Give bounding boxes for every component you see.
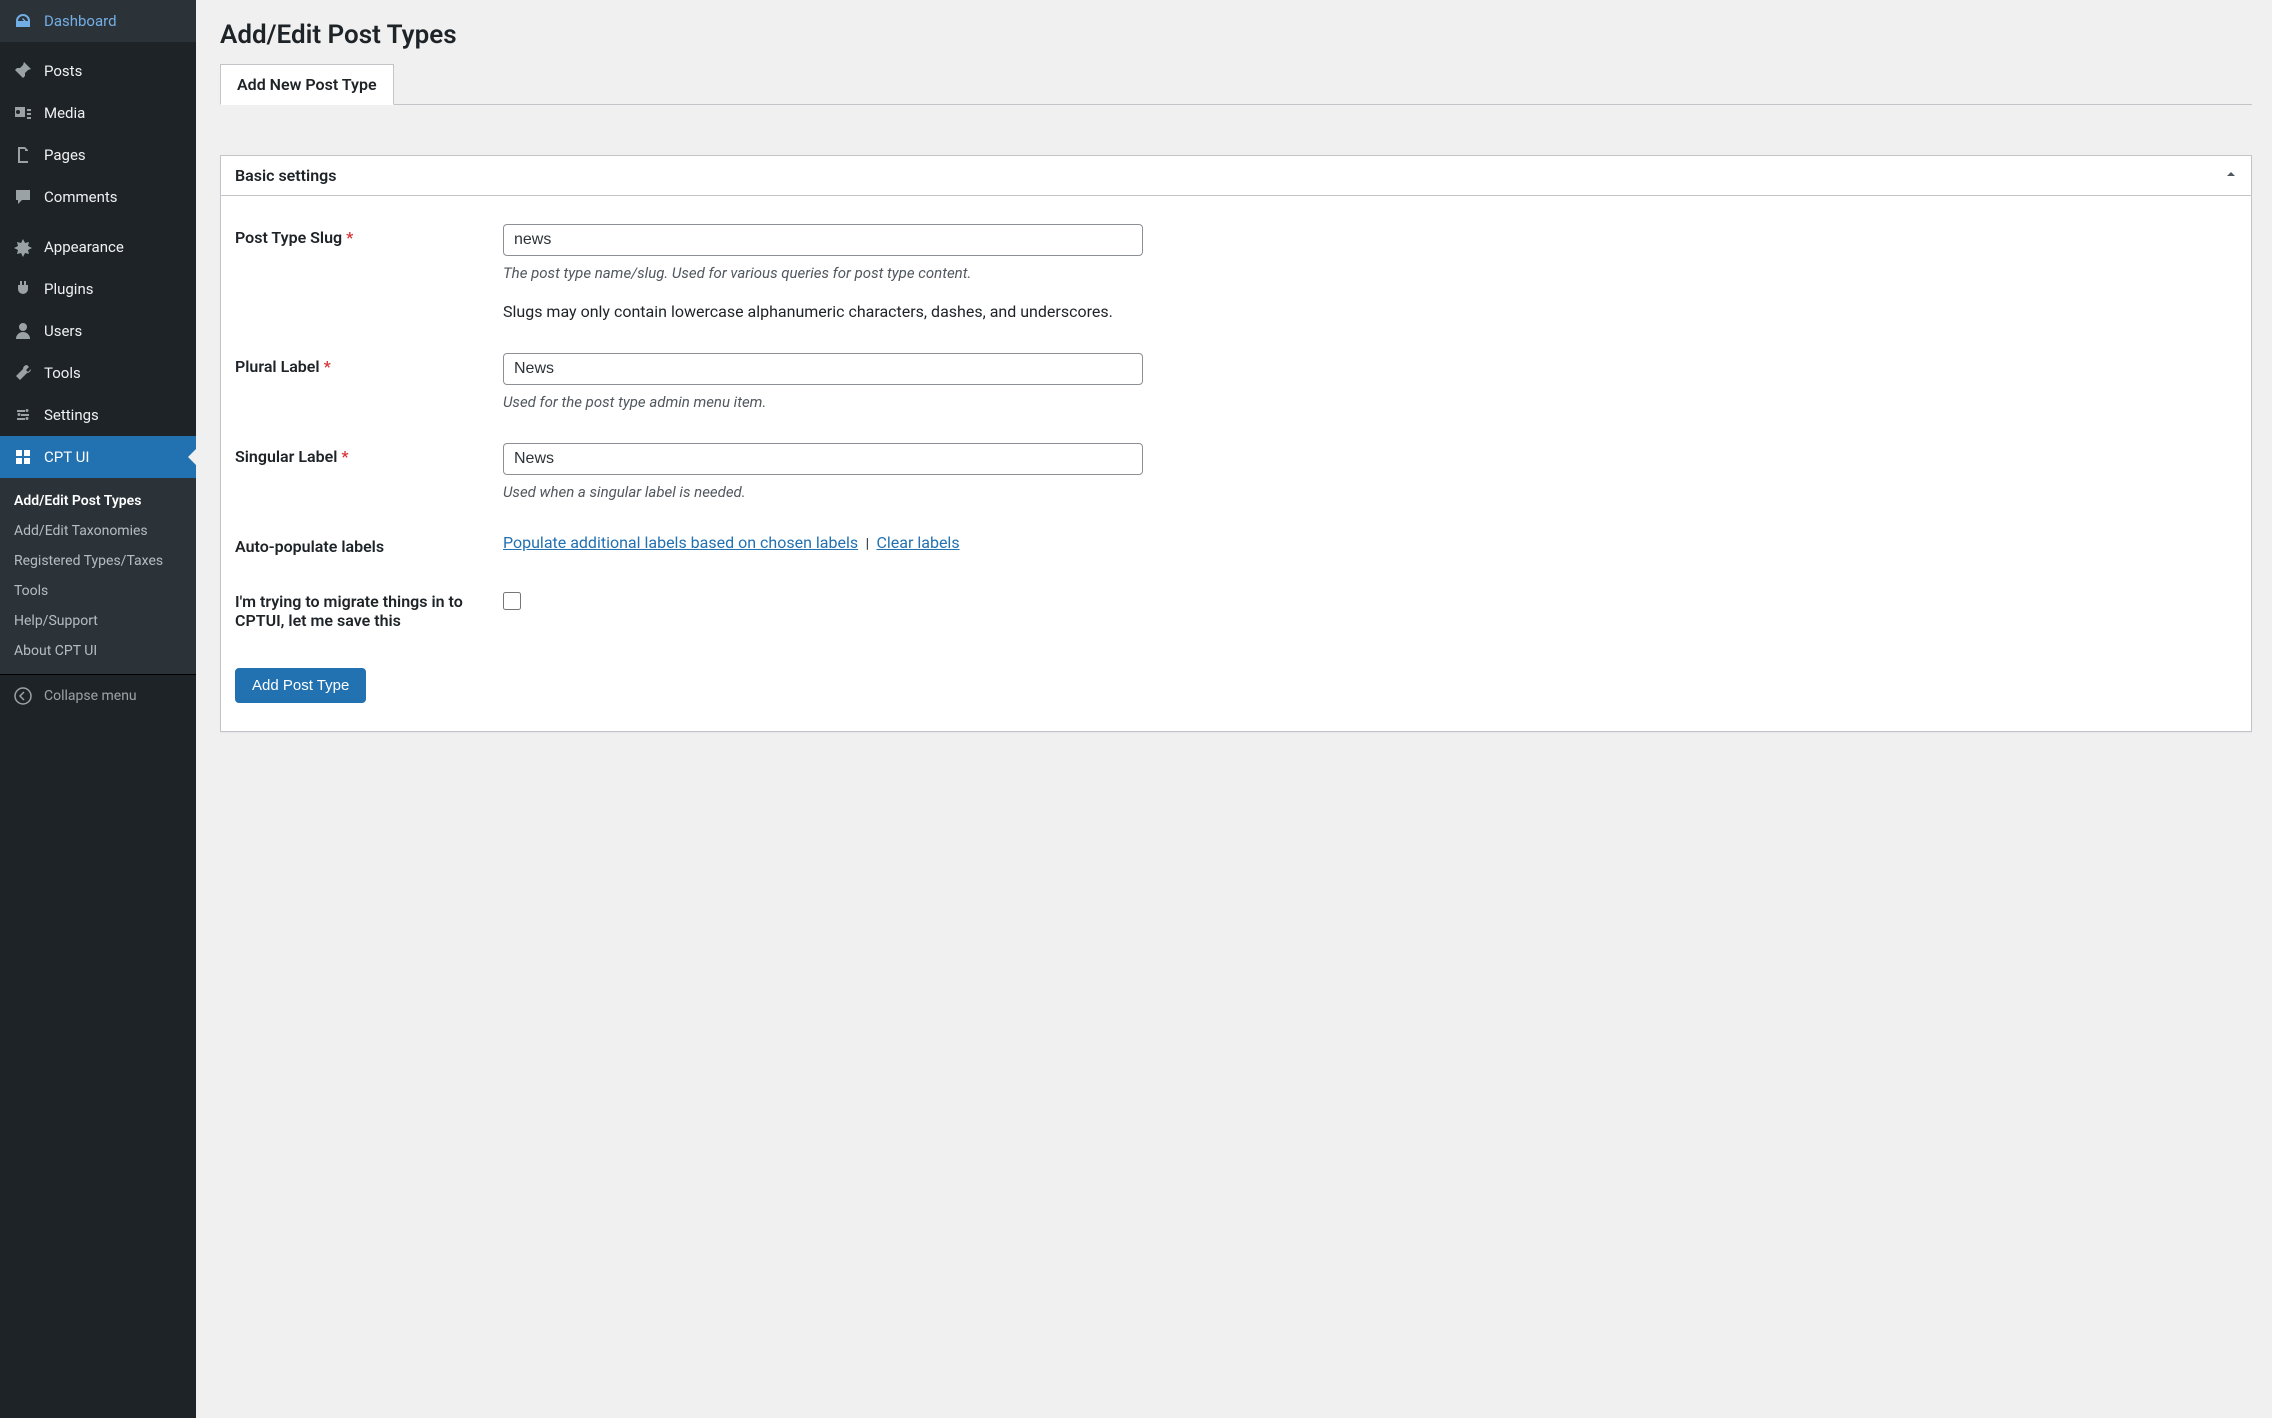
main-content: Add/Edit Post Types Add New Post Type Ba… xyxy=(196,0,2272,1418)
appearance-icon xyxy=(12,236,34,258)
sidebar-submenu: Add/Edit Post Types Add/Edit Taxonomies … xyxy=(0,478,196,674)
panel-header: Basic settings xyxy=(221,156,2251,196)
required-marker: * xyxy=(341,447,348,466)
label-auto-populate: Auto-populate labels xyxy=(235,537,384,556)
sidebar-item-posts[interactable]: Posts xyxy=(0,50,196,92)
plugin-icon xyxy=(12,278,34,300)
tabs: Add New Post Type xyxy=(220,64,2252,105)
basic-settings-panel: Basic settings Post Type Slug * The post… xyxy=(220,155,2252,732)
tab-add-new-post-type[interactable]: Add New Post Type xyxy=(220,64,394,105)
sidebar-label: Pages xyxy=(44,146,86,164)
pin-icon xyxy=(12,60,34,82)
media-icon xyxy=(12,102,34,124)
sidebar-item-settings[interactable]: Settings xyxy=(0,394,196,436)
dashboard-icon xyxy=(12,10,34,32)
link-clear-labels[interactable]: Clear labels xyxy=(876,533,959,552)
separator: | xyxy=(866,536,869,552)
submenu-item-help-support[interactable]: Help/Support xyxy=(0,606,196,636)
panel-toggle[interactable] xyxy=(2225,168,2237,183)
submenu-item-tools[interactable]: Tools xyxy=(0,576,196,606)
sidebar-item-dashboard[interactable]: Dashboard xyxy=(0,0,196,42)
desc-plural: Used for the post type admin menu item. xyxy=(503,393,1143,411)
row-migrate: I'm trying to migrate things in to CPTUI… xyxy=(235,574,2237,648)
sidebar-item-appearance[interactable]: Appearance xyxy=(0,226,196,268)
sidebar-label: Media xyxy=(44,104,85,122)
input-post-type-slug[interactable] xyxy=(503,224,1143,256)
required-marker: * xyxy=(346,228,353,247)
sidebar-label: Posts xyxy=(44,62,82,80)
comment-icon xyxy=(12,186,34,208)
row-auto-populate: Auto-populate labels Populate additional… xyxy=(235,519,2237,574)
settings-icon xyxy=(12,404,34,426)
panel-title: Basic settings xyxy=(235,166,336,185)
label-post-type-slug: Post Type Slug xyxy=(235,228,342,247)
sidebar-item-tools[interactable]: Tools xyxy=(0,352,196,394)
sidebar-label: Users xyxy=(44,322,82,340)
link-populate-labels[interactable]: Populate additional labels based on chos… xyxy=(503,533,858,552)
input-plural-label[interactable] xyxy=(503,353,1143,385)
submenu-item-registered-types[interactable]: Registered Types/Taxes xyxy=(0,546,196,576)
label-plural: Plural Label xyxy=(235,357,320,376)
sidebar-label: Settings xyxy=(44,406,99,424)
add-post-type-button[interactable]: Add Post Type xyxy=(235,668,366,703)
checkbox-migrate[interactable] xyxy=(503,592,521,610)
sidebar-label: Tools xyxy=(44,364,81,382)
collapse-icon xyxy=(12,685,34,707)
collapse-menu-button[interactable]: Collapse menu xyxy=(0,674,196,717)
tools-icon xyxy=(12,362,34,384)
sidebar-item-plugins[interactable]: Plugins xyxy=(0,268,196,310)
desc-post-type-slug: The post type name/slug. Used for variou… xyxy=(503,264,1143,282)
label-migrate: I'm trying to migrate things in to CPTUI… xyxy=(235,592,463,630)
required-marker: * xyxy=(324,357,331,376)
admin-sidebar: Dashboard Posts Media Pages Comments xyxy=(0,0,196,1418)
input-singular-label[interactable] xyxy=(503,443,1143,475)
note-post-type-slug: Slugs may only contain lowercase alphanu… xyxy=(503,302,1143,321)
chevron-up-icon xyxy=(2225,168,2237,180)
sidebar-item-comments[interactable]: Comments xyxy=(0,176,196,218)
sidebar-item-cptui[interactable]: CPT UI xyxy=(0,436,196,478)
row-singular-label: Singular Label * Used when a singular la… xyxy=(235,429,2237,519)
sidebar-label: CPT UI xyxy=(44,448,89,466)
sidebar-item-pages[interactable]: Pages xyxy=(0,134,196,176)
row-plural-label: Plural Label * Used for the post type ad… xyxy=(235,339,2237,429)
collapse-label: Collapse menu xyxy=(44,688,137,704)
sidebar-label: Plugins xyxy=(44,280,93,298)
sidebar-label: Appearance xyxy=(44,238,124,256)
desc-singular: Used when a singular label is needed. xyxy=(503,483,1143,501)
cptui-icon xyxy=(12,446,34,468)
user-icon xyxy=(12,320,34,342)
sidebar-label: Comments xyxy=(44,188,118,206)
row-post-type-slug: Post Type Slug * The post type name/slug… xyxy=(235,210,2237,339)
submenu-item-add-edit-taxonomies[interactable]: Add/Edit Taxonomies xyxy=(0,516,196,546)
sidebar-item-users[interactable]: Users xyxy=(0,310,196,352)
sidebar-item-media[interactable]: Media xyxy=(0,92,196,134)
submenu-item-about[interactable]: About CPT UI xyxy=(0,636,196,666)
sidebar-label: Dashboard xyxy=(44,12,117,30)
pages-icon xyxy=(12,144,34,166)
label-singular: Singular Label xyxy=(235,447,337,466)
page-title: Add/Edit Post Types xyxy=(220,20,2252,50)
submenu-item-add-edit-post-types[interactable]: Add/Edit Post Types xyxy=(0,486,196,516)
